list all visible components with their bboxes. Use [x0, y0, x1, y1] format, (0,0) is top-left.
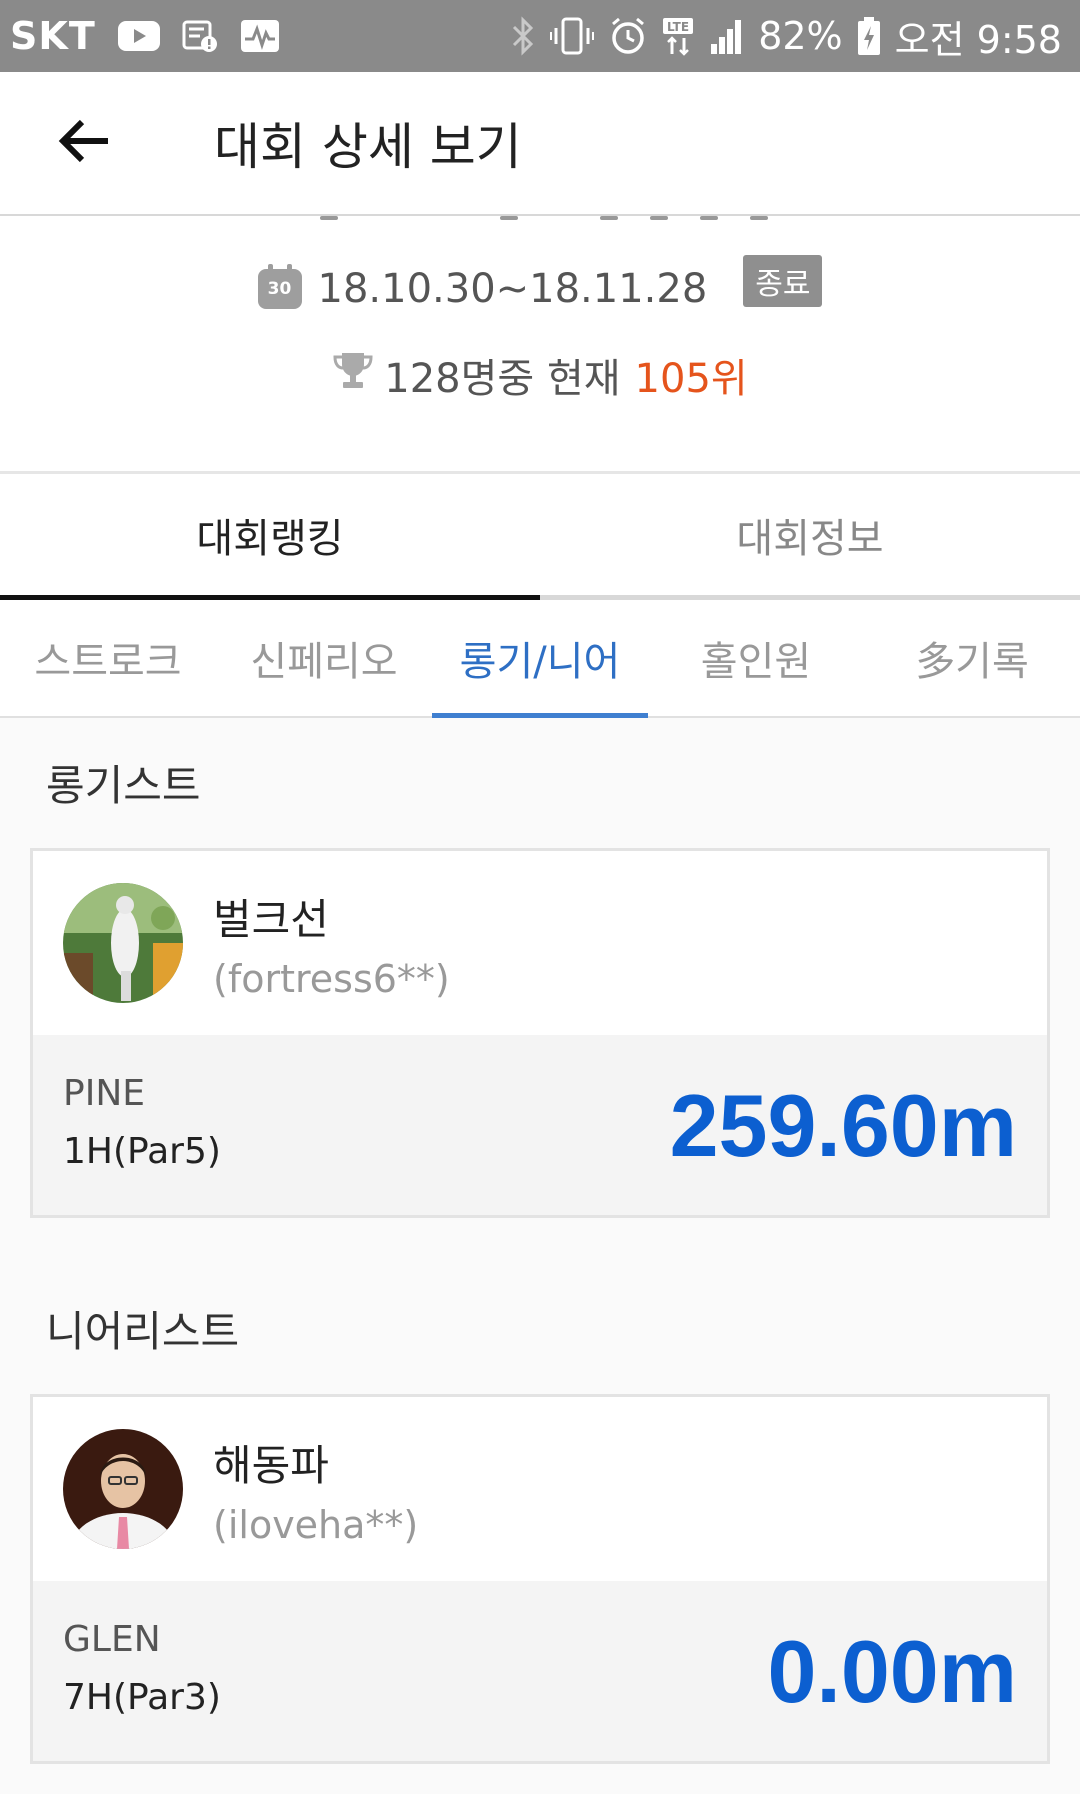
course-name: PINE: [63, 1073, 146, 1114]
nearest-section-title: 니어리스트: [46, 1307, 240, 1356]
player-name: 해동파: [213, 1440, 329, 1490]
player-id: (fortress6**): [213, 956, 450, 1001]
clock: 오전 9:58: [894, 17, 1062, 62]
battery-percent: 82%: [758, 14, 843, 58]
back-button[interactable]: [34, 93, 134, 193]
page-title: 대회 상세 보기: [214, 118, 522, 176]
vibrate-icon: [550, 16, 595, 56]
record-row: GLEN 7H(Par3) 0.00m: [33, 1581, 1047, 1761]
main-tabs: 대회랭킹 대회정보: [0, 474, 1080, 600]
lte-icon: LTE: [662, 16, 696, 56]
battery-icon: [857, 16, 881, 56]
arrow-left-icon: [58, 119, 110, 167]
nearest-card[interactable]: 해동파 (iloveha**) GLEN 7H(Par3) 0.00m: [30, 1394, 1050, 1764]
app-bar: 대회 상세 보기: [0, 72, 1080, 216]
subtab-new-perio[interactable]: 신페리오: [216, 600, 432, 716]
status-badge: 종료: [743, 255, 823, 307]
player-row: 벌크선 (fortress6**): [33, 851, 1047, 1035]
tournament-info: 30 18.10.30~18.11.28 종료 128명중 현재 105위: [0, 216, 1080, 474]
tab-ranking[interactable]: 대회랭킹: [0, 474, 540, 600]
avatar: [63, 883, 183, 1003]
record-row: PINE 1H(Par5) 259.60m: [33, 1035, 1047, 1215]
rank-row: 128명중 현재 105위: [0, 346, 1080, 404]
distance-value: 0.00m: [767, 1622, 1017, 1721]
notification-icon: [182, 18, 218, 54]
trophy-icon: [332, 350, 374, 400]
status-bar: SKT LTE 82% 오전 9:58: [0, 0, 1080, 72]
player-name: 벌크선: [213, 894, 329, 944]
rank-value: 105위: [634, 356, 748, 402]
rank-prefix: 128명중 현재: [384, 356, 621, 402]
tab-info[interactable]: 대회정보: [540, 474, 1080, 595]
longest-card[interactable]: 벌크선 (fortress6**) PINE 1H(Par5) 259.60m: [30, 848, 1050, 1218]
date-range: 18.10.30~18.11.28: [317, 266, 708, 312]
hole-info: 7H(Par3): [63, 1677, 221, 1718]
activity-icon: [240, 19, 280, 53]
clipped-text-fragment: [320, 216, 768, 222]
youtube-icon: [117, 21, 160, 51]
calendar-icon: 30: [257, 264, 302, 309]
course-name: GLEN: [63, 1619, 161, 1660]
bluetooth-icon: [510, 16, 536, 56]
subtab-longest-nearest[interactable]: 롱기/니어: [432, 600, 648, 718]
subtab-stroke[interactable]: 스트로크: [0, 600, 216, 716]
lte-label: LTE: [667, 20, 689, 34]
longest-section-title: 롱기스트: [46, 761, 201, 810]
subtab-records[interactable]: 多기록: [864, 600, 1080, 716]
player-row: 해동파 (iloveha**): [33, 1397, 1047, 1581]
alarm-icon: [608, 16, 648, 56]
distance-value: 259.60m: [669, 1076, 1017, 1175]
player-id: (iloveha**): [213, 1502, 419, 1547]
carrier-label: SKT: [10, 14, 96, 58]
sub-tabs: 스트로크 신페리오 롱기/니어 홀인원 多기록: [0, 600, 1080, 718]
date-row: 30 18.10.30~18.11.28 종료: [0, 255, 1080, 312]
avatar: [63, 1429, 183, 1549]
hole-info: 1H(Par5): [63, 1131, 221, 1172]
subtab-hole-in-one[interactable]: 홀인원: [648, 600, 864, 716]
signal-icon: [710, 18, 744, 54]
